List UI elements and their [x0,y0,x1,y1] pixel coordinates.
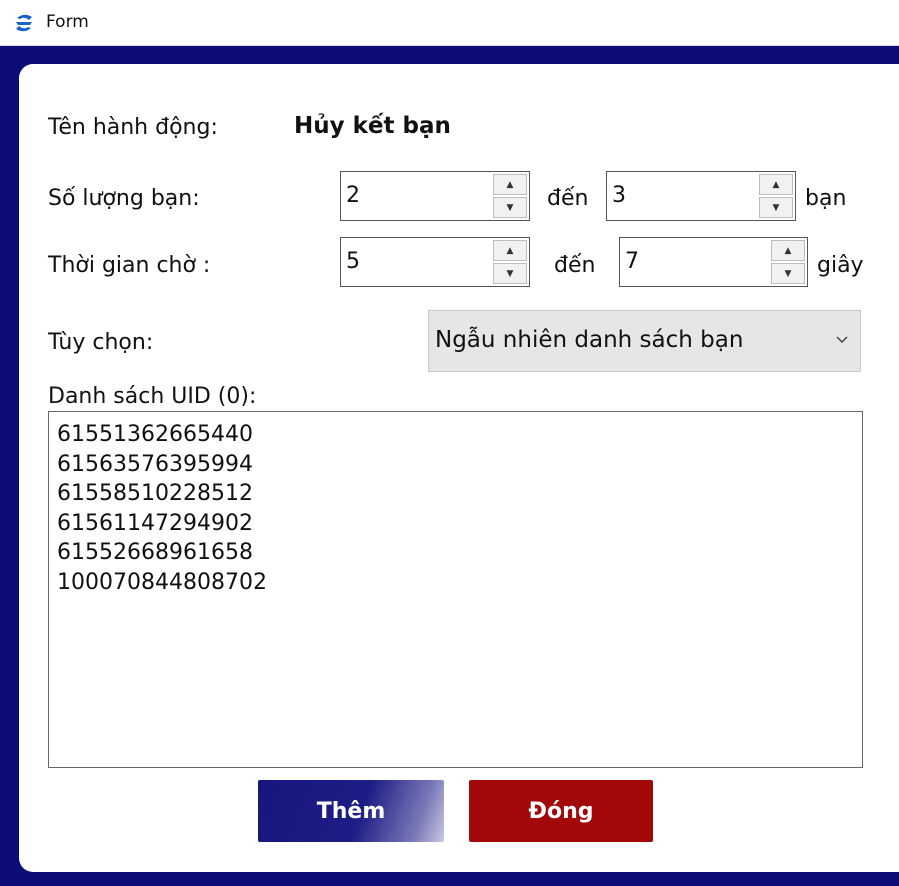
friends-min-value[interactable]: 2 [346,183,360,208]
friends-unit-label: bạn [805,186,847,211]
wait-max-value[interactable]: 7 [625,249,639,274]
increment-up-icon[interactable]: ▲ [493,174,527,195]
friends-max-value[interactable]: 3 [612,183,626,208]
friends-min-stepper[interactable]: 2 ▲ ▼ [340,171,530,221]
uid-list-label: Danh sách UID (0): [48,384,257,409]
wait-unit-label: giây [817,253,864,278]
decrement-down-icon[interactable]: ▼ [759,197,793,218]
increment-up-icon[interactable]: ▲ [493,240,527,261]
friends-to-label: đến [547,186,589,211]
decrement-down-icon[interactable]: ▼ [493,263,527,284]
uid-line: 61551362665440 [57,422,253,447]
wait-time-label: Thời gian chờ : [48,253,211,278]
app-logo-icon [16,14,32,32]
wait-max-stepper[interactable]: 7 ▲ ▼ [619,237,808,287]
action-value: Hủy kết bạn [294,113,451,139]
wait-min-value[interactable]: 5 [346,249,360,274]
friends-count-label: Số lượng bạn: [48,186,200,211]
friends-max-stepper[interactable]: 3 ▲ ▼ [606,171,796,221]
decrement-down-icon[interactable]: ▼ [771,263,805,284]
close-button[interactable]: Đóng [469,780,653,842]
chevron-down-icon[interactable] [832,329,852,349]
wait-to-label: đến [554,253,596,278]
increment-up-icon[interactable]: ▲ [759,174,793,195]
action-label: Tên hành động: [48,115,218,140]
uid-line: 61558510228512 [57,481,253,506]
uid-list-textarea[interactable]: 61551362665440 61563576395994 6155851022… [48,411,863,768]
uid-line: 100070844808702 [57,569,267,595]
uid-line: 61552668961658 [57,540,253,565]
increment-up-icon[interactable]: ▲ [771,240,805,261]
option-dropdown[interactable]: Ngẫu nhiên danh sách bạn [428,310,861,372]
uid-line: 61561147294902 [57,510,253,536]
decrement-down-icon[interactable]: ▼ [493,197,527,218]
option-selected-value: Ngẫu nhiên danh sách bạn [435,327,744,353]
title-bar: Form [0,0,899,46]
wait-min-stepper[interactable]: 5 ▲ ▼ [340,237,530,287]
add-button[interactable]: Thêm [258,780,444,842]
window-title: Form [46,12,89,32]
uid-line: 61563576395994 [57,451,253,477]
option-label: Tùy chọn: [48,330,154,355]
